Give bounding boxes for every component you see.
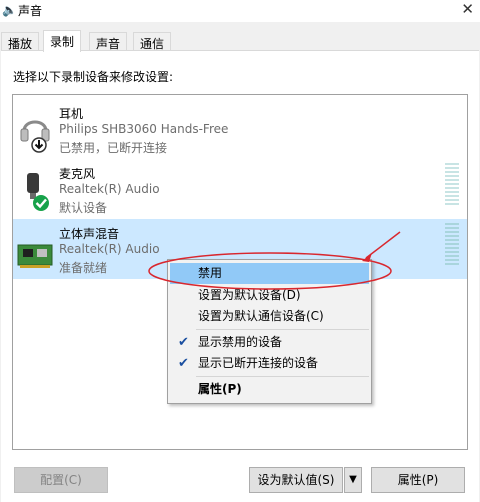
device-name: 立体声混音 <box>59 227 120 241</box>
menu-item-show-disconnected[interactable]: ✔ 显示已断开连接的设备 <box>170 353 369 374</box>
device-headset[interactable]: 耳机 Philips SHB3060 Hands-Free 已禁用，已断开连接 <box>13 99 467 159</box>
window-title: 声音 <box>18 4 43 18</box>
menu-item-set-default[interactable]: 设置为默认设备(D) <box>170 285 369 306</box>
menu-item-set-default-comm[interactable]: 设置为默认通信设备(C) <box>170 306 369 327</box>
tab-communications[interactable]: 通信 <box>133 32 172 51</box>
sound-card-icon <box>17 244 53 268</box>
microphone-icon <box>27 173 49 211</box>
level-meter <box>445 163 459 205</box>
title-bar: 🔈 声音 ✕ <box>0 0 480 22</box>
check-icon: ✔ <box>178 335 189 350</box>
device-driver: Philips SHB3060 Hands-Free <box>59 122 229 136</box>
device-status: 默认设备 <box>59 201 108 215</box>
menu-item-properties[interactable]: 属性(P) <box>170 379 369 400</box>
context-menu: 禁用 设置为默认设备(D) 设置为默认通信设备(C) ✔ 显示禁用的设备 ✔ 显… <box>167 259 372 404</box>
chevron-down-icon: ▼ <box>349 474 357 485</box>
device-status: 准备就绪 <box>59 261 108 275</box>
tab-playback[interactable]: 播放 <box>1 32 40 51</box>
device-status: 已禁用，已断开连接 <box>59 141 168 155</box>
speaker-icon: 🔈 <box>2 3 17 17</box>
level-meter <box>445 223 459 265</box>
device-name: 麦克风 <box>59 167 96 181</box>
close-icon[interactable]: ✕ <box>461 0 474 18</box>
menu-item-disable[interactable]: 禁用 <box>170 263 369 284</box>
device-driver: Realtek(R) Audio <box>59 242 160 256</box>
properties-button[interactable]: 属性(P) <box>371 467 465 493</box>
menu-separator <box>196 376 369 377</box>
headset-icon <box>20 120 50 153</box>
configure-button[interactable]: 配置(C) <box>14 467 108 493</box>
menu-separator <box>196 329 369 330</box>
instruction-text: 选择以下录制设备来修改设置: <box>13 70 174 84</box>
tab-strip: 播放 录制 声音 通信 <box>0 30 480 52</box>
set-default-button[interactable]: 设为默认值(S) <box>249 467 343 493</box>
check-icon: ✔ <box>178 356 189 371</box>
menu-item-show-disabled[interactable]: ✔ 显示禁用的设备 <box>170 332 369 353</box>
device-driver: Realtek(R) Audio <box>59 182 160 196</box>
tab-sounds[interactable]: 声音 <box>89 32 128 51</box>
device-microphone[interactable]: 麦克风 Realtek(R) Audio 默认设备 <box>13 159 467 219</box>
tab-recording[interactable]: 录制 <box>43 30 82 52</box>
set-default-dropdown-button[interactable]: ▼ <box>344 467 362 493</box>
device-name: 耳机 <box>59 107 84 121</box>
